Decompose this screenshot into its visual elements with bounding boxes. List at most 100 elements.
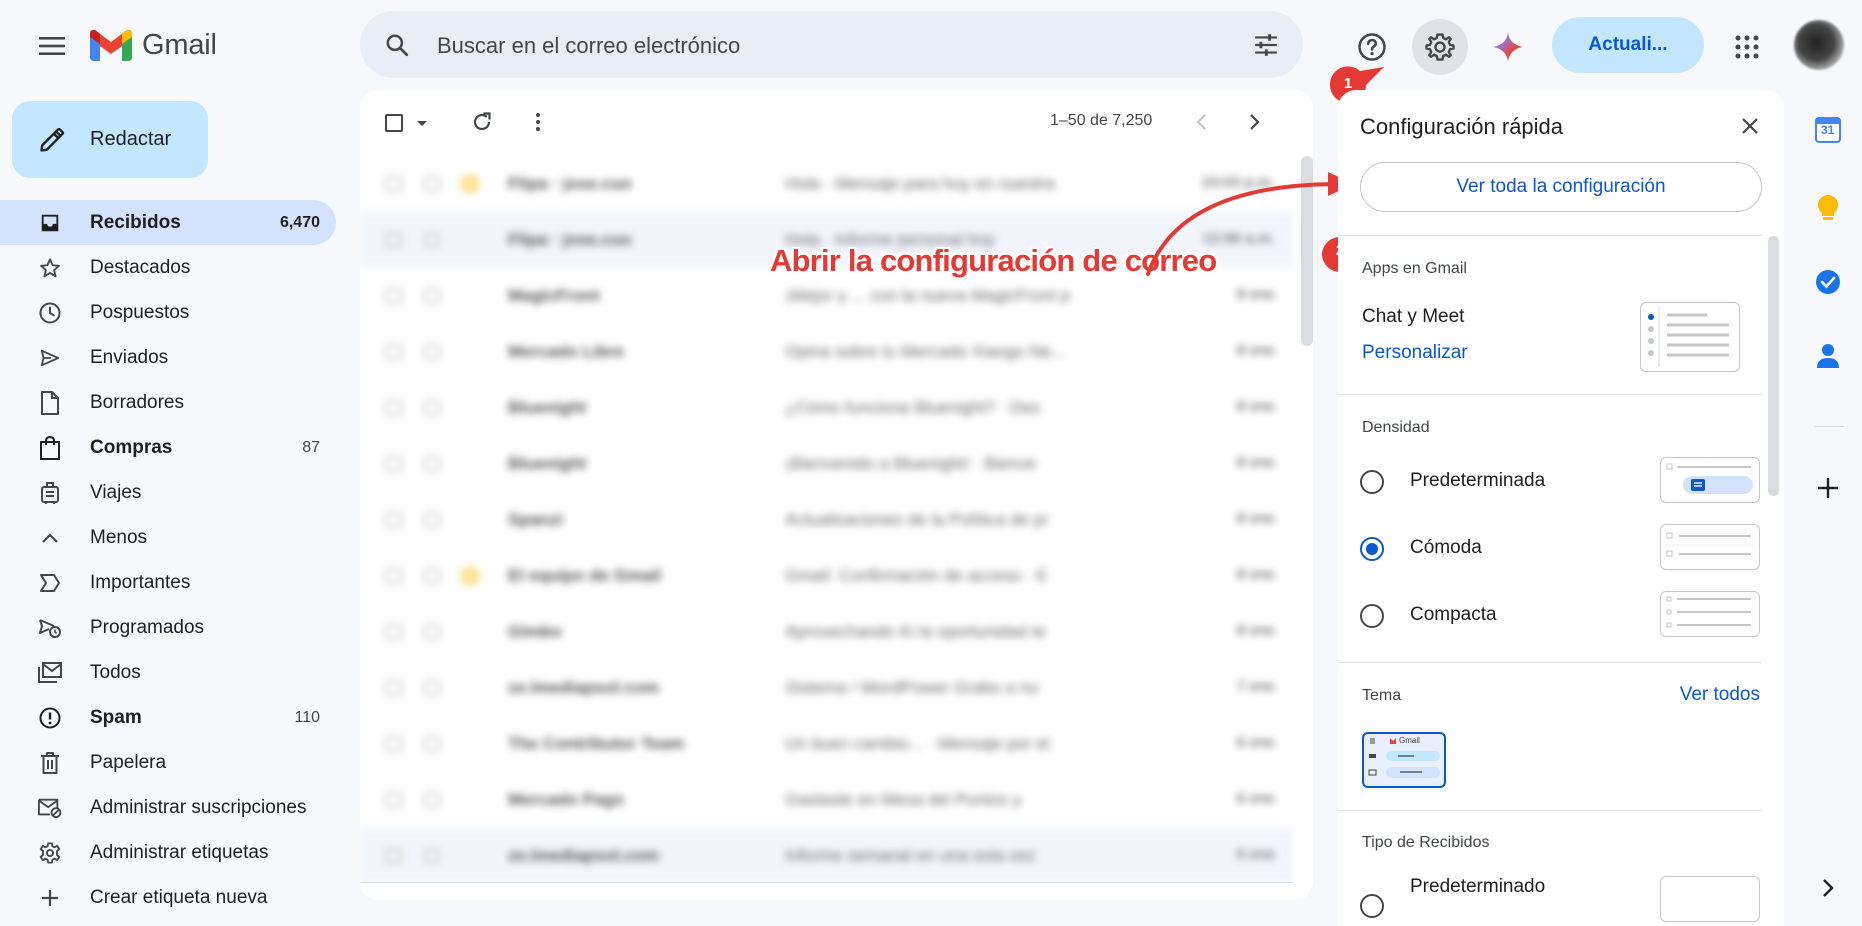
list-item[interactable]: Gimbo Aprovechando Ki la oportunidad te 8 … <box>360 604 1293 660</box>
row-checkbox[interactable] <box>386 344 402 360</box>
star-icon[interactable] <box>424 176 440 192</box>
list-item[interactable]: Bluenight ¿Cómo funciona Bluenight? · Des… <box>360 380 1293 436</box>
main-menu-button[interactable] <box>32 26 72 66</box>
sidebar-item-pospuestos[interactable]: Pospuestos <box>0 290 336 335</box>
row-checkbox[interactable] <box>386 232 402 248</box>
keep-app-button[interactable] <box>1810 190 1846 226</box>
list-item[interactable]: Mercado Libre Opina sobre tu Mercado Xiao… <box>360 324 1293 380</box>
tasks-app-button[interactable] <box>1810 264 1846 300</box>
select-dropdown-icon[interactable] <box>416 120 428 128</box>
add-addon-button[interactable] <box>1810 470 1846 506</box>
density-option-compact[interactable]: Compacta <box>1360 591 1760 641</box>
important-marker[interactable] <box>460 174 480 194</box>
row-checkbox[interactable] <box>386 400 402 416</box>
sidebar-item-crear-etiqueta[interactable]: Crear etiqueta nueva <box>0 875 336 920</box>
panel-scrollbar[interactable] <box>1768 236 1779 496</box>
select-all-checkbox[interactable] <box>385 114 403 132</box>
google-apps-button[interactable] <box>1719 19 1775 75</box>
star-icon[interactable] <box>424 232 440 248</box>
row-checkbox[interactable] <box>386 624 402 640</box>
list-item[interactable]: El equipo de Gmail Gmail: Confirmación de… <box>360 548 1293 604</box>
star-icon[interactable] <box>424 344 440 360</box>
search-bar[interactable]: Buscar en el correo electrónico <box>360 11 1303 78</box>
gmail-logo[interactable]: Gmail <box>90 24 217 66</box>
important-marker[interactable] <box>460 230 480 250</box>
row-checkbox[interactable] <box>386 568 402 584</box>
inbox-type-radio[interactable] <box>1360 894 1384 918</box>
sidebar-item-compras[interactable]: Compras 87 <box>0 425 336 470</box>
list-item[interactable]: Spanzi Actualizaciones de la Política de … <box>360 492 1293 548</box>
expand-panel-button[interactable] <box>1810 870 1846 906</box>
star-icon[interactable] <box>424 568 440 584</box>
star-icon[interactable] <box>424 456 440 472</box>
theme-thumbnail[interactable]: Gmail <box>1362 732 1446 788</box>
row-checkbox[interactable] <box>386 176 402 192</box>
compose-button[interactable]: Redactar <box>12 101 208 178</box>
list-item[interactable]: ze.lmediapsol.com Informe semanal en una … <box>360 828 1293 884</box>
sidebar-item-administrar-suscripciones[interactable]: Administrar suscripciones <box>0 785 336 830</box>
customize-link[interactable]: Personalizar <box>1362 342 1468 364</box>
important-marker[interactable] <box>460 510 480 530</box>
density-radio[interactable] <box>1360 470 1384 494</box>
density-radio[interactable] <box>1360 537 1384 561</box>
list-item[interactable]: Mercado Pago Gastaste en Mesa del Puntos … <box>360 772 1293 828</box>
more-vert-icon[interactable] <box>526 110 550 134</box>
close-icon[interactable] <box>1738 114 1762 138</box>
row-checkbox[interactable] <box>386 680 402 696</box>
important-marker[interactable] <box>460 342 480 362</box>
row-checkbox[interactable] <box>386 288 402 304</box>
star-icon[interactable] <box>424 736 440 752</box>
search-input[interactable]: Buscar en el correo electrónico <box>437 33 740 59</box>
chevron-right-icon[interactable] <box>1242 110 1266 134</box>
density-radio[interactable] <box>1360 604 1384 628</box>
sidebar-item-importantes[interactable]: Importantes <box>0 560 336 605</box>
star-icon[interactable] <box>424 512 440 528</box>
important-marker[interactable] <box>460 398 480 418</box>
inbox-type-option-default[interactable]: Predeterminado <box>1360 872 1760 922</box>
row-checkbox[interactable] <box>386 736 402 752</box>
sidebar-item-administrar-etiquetas[interactable]: Administrar etiquetas <box>0 830 336 875</box>
density-option-default[interactable]: Predeterminada <box>1360 457 1760 507</box>
gemini-button[interactable] <box>1480 19 1536 75</box>
star-icon[interactable] <box>424 680 440 696</box>
list-item[interactable]: The Contributor Team Un buen cambio... · … <box>360 716 1293 772</box>
account-avatar[interactable] <box>1794 20 1844 70</box>
important-marker[interactable] <box>460 454 480 474</box>
refresh-icon[interactable] <box>470 110 494 134</box>
sidebar-item-destacados[interactable]: Destacados <box>0 245 336 290</box>
star-icon[interactable] <box>424 792 440 808</box>
sidebar-item-menos[interactable]: Menos <box>0 515 336 560</box>
density-option-comfortable[interactable]: Cómoda <box>1360 524 1760 574</box>
upgrade-button[interactable]: Actuali... <box>1552 17 1704 73</box>
sidebar-item-recibidos[interactable]: Recibidos 6,470 <box>0 200 336 245</box>
sidebar-item-enviados[interactable]: Enviados <box>0 335 336 380</box>
see-all-settings-button[interactable]: Ver toda la configuración <box>1360 162 1762 212</box>
calendar-app-button[interactable]: 31 <box>1810 112 1846 148</box>
row-checkbox[interactable] <box>386 512 402 528</box>
sidebar-item-todos[interactable]: Todos <box>0 650 336 695</box>
chevron-left-icon[interactable] <box>1190 110 1214 134</box>
list-item[interactable]: Bluenight ¡Bienvenido a Bluenight! · Bien… <box>360 436 1293 492</box>
contacts-app-button[interactable] <box>1810 338 1846 374</box>
list-item[interactable]: ze.lmediapsol.com Sistema / WordPower Gra… <box>360 660 1293 716</box>
sidebar-item-spam[interactable]: Spam 110 <box>0 695 336 740</box>
important-marker[interactable] <box>460 678 480 698</box>
row-checkbox[interactable] <box>386 456 402 472</box>
search-options-icon[interactable] <box>1253 32 1279 58</box>
star-icon[interactable] <box>424 848 440 864</box>
important-marker[interactable] <box>460 734 480 754</box>
important-marker[interactable] <box>460 622 480 642</box>
search-icon[interactable] <box>384 32 410 58</box>
sidebar-item-programados[interactable]: Programados <box>0 605 336 650</box>
sidebar-item-borradores[interactable]: Borradores <box>0 380 336 425</box>
important-marker[interactable] <box>460 846 480 866</box>
star-icon[interactable] <box>424 624 440 640</box>
star-icon[interactable] <box>424 288 440 304</box>
settings-button[interactable] <box>1412 19 1468 75</box>
theme-see-all-link[interactable]: Ver todos <box>1680 684 1760 706</box>
star-icon[interactable] <box>424 400 440 416</box>
row-checkbox[interactable] <box>386 792 402 808</box>
important-marker[interactable] <box>460 790 480 810</box>
sidebar-item-papelera[interactable]: Papelera <box>0 740 336 785</box>
sidebar-item-viajes[interactable]: Viajes <box>0 470 336 515</box>
